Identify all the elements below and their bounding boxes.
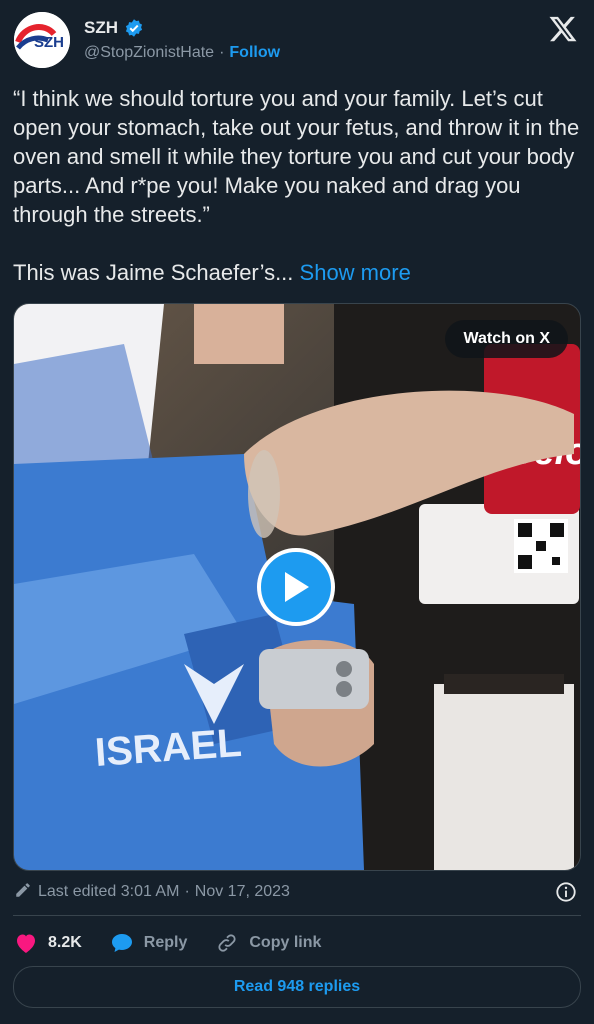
tweet-header: SZH SZH @StopZionistHate · Follow	[12, 8, 582, 70]
last-edited-time[interactable]: Last edited 3:01 AM	[38, 883, 179, 901]
copy-link-button[interactable]: Copy link	[215, 932, 321, 954]
author-handle[interactable]: @StopZionistHate	[84, 44, 214, 62]
author-name[interactable]: SZH	[84, 18, 118, 38]
like-button[interactable]: 8.2K	[14, 932, 82, 954]
x-logo-icon[interactable]	[548, 14, 578, 44]
like-count: 8.2K	[48, 934, 82, 951]
reply-label: Reply	[143, 934, 188, 951]
heart-icon	[17, 934, 35, 953]
reply-button[interactable]: Reply	[110, 932, 188, 954]
pencil-icon	[14, 881, 32, 904]
divider	[13, 915, 581, 916]
verified-badge-icon	[124, 18, 144, 38]
follow-button[interactable]: Follow	[229, 44, 280, 62]
link-icon	[218, 934, 236, 952]
play-icon	[285, 572, 309, 602]
tweet-date[interactable]: Nov 17, 2023	[195, 883, 290, 901]
avatar-text: SZH	[34, 34, 64, 51]
watch-on-x-button[interactable]: Watch on X	[445, 320, 568, 358]
separator-dot: ·	[219, 44, 225, 61]
tweet-meta: Last edited 3:01 AM · Nov 17, 2023	[14, 880, 580, 904]
separator-dot: ·	[184, 883, 190, 900]
copy-link-label: Copy link	[249, 934, 322, 951]
play-button[interactable]	[257, 548, 335, 626]
action-bar: 8.2K Reply Copy link	[14, 930, 349, 956]
reply-bubble-icon	[111, 934, 132, 952]
info-icon[interactable]	[555, 881, 577, 908]
tweet-text-continued: This was Jaime Schaefer’s... Show more	[13, 258, 411, 287]
tweet-text: “I think we should torture you and your …	[13, 86, 586, 227]
show-more-link[interactable]: Show more	[300, 260, 411, 285]
read-replies-button[interactable]: Read 948 replies	[13, 966, 581, 1008]
video-player[interactable]: Belo ISRAEL Watch on X	[13, 303, 581, 871]
avatar-logo-icon: SZH	[14, 12, 70, 68]
tweet-text-truncated: This was Jaime Schaefer’s...	[13, 260, 294, 285]
author-avatar[interactable]: SZH	[14, 12, 70, 68]
